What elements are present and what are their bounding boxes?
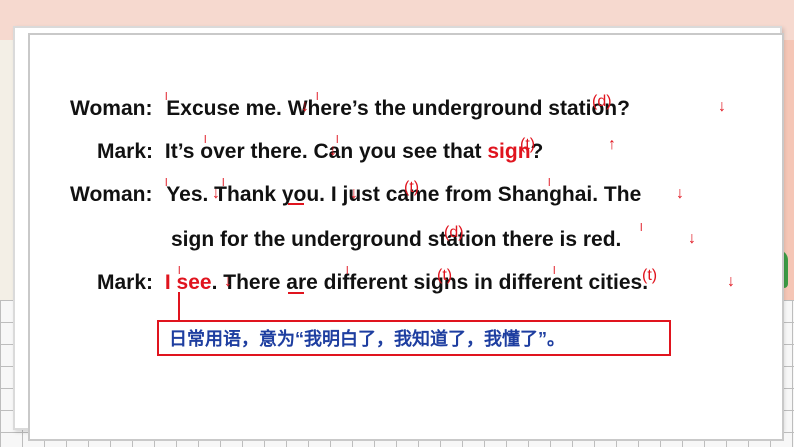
pause-mark: ˡ xyxy=(640,222,643,239)
pause-mark: ˡ xyxy=(222,177,225,194)
falling-intonation-icon: ↓ xyxy=(212,185,220,202)
falling-intonation-icon: ↓ xyxy=(688,230,696,247)
liaison-mark-d: (d) xyxy=(444,224,464,241)
liaison-mark-t: (t) xyxy=(520,136,536,153)
speaker-label: Mark: xyxy=(97,140,154,163)
dialogue-text: It’s over there. Can you see that xyxy=(164,140,488,163)
speaker-label: Woman: xyxy=(70,183,153,206)
linking-arc xyxy=(288,292,304,294)
dialogue-line-2: Mark: It’s over there. Can you see that … xyxy=(97,140,543,164)
callout-note: 日常用语，意为“我明白了，我知道了，我懂了”。 xyxy=(157,320,671,356)
pause-mark: ˡ xyxy=(346,265,349,282)
liaison-mark-t: (t) xyxy=(642,267,658,284)
callout-connector xyxy=(178,292,180,322)
pause-mark: ˡ xyxy=(548,177,551,194)
speaker-pre: I xyxy=(164,271,177,294)
pause-mark: ˡ xyxy=(178,265,181,282)
pause-mark: ˡ xyxy=(165,91,168,108)
dialogue-text: . There are different signs in different… xyxy=(211,271,649,294)
speaker-label: Mark: xyxy=(97,271,154,294)
dialogue-line-1: Woman: Excuse me. Where’s the undergroun… xyxy=(70,97,630,121)
falling-intonation-icon: ↓ xyxy=(301,98,309,115)
falling-intonation-icon: ↓ xyxy=(676,185,684,202)
liaison-mark-t: (t) xyxy=(404,179,420,196)
rising-intonation-icon: ↑ xyxy=(608,136,616,153)
pause-mark: ˡ xyxy=(336,134,339,151)
highlight-word: see xyxy=(176,271,212,294)
liaison-mark-t: (t) xyxy=(437,267,453,284)
speaker-label: Woman: xyxy=(70,97,153,120)
linking-arc xyxy=(288,203,304,205)
note-text: 日常用语，意为“我明白了，我知道了，我懂了”。 xyxy=(169,329,565,349)
dialogue-text: Excuse me. Where’s the underground stati… xyxy=(166,97,630,120)
pause-mark: ˡ xyxy=(316,91,319,108)
dialogue-line-4: sign for the underground station there i… xyxy=(171,228,621,252)
falling-intonation-icon: ↓ xyxy=(224,273,232,290)
dialogue-text: sign for the underground station there i… xyxy=(171,228,622,251)
pause-mark: ˡ xyxy=(165,177,168,194)
falling-intonation-icon: ↓ xyxy=(718,98,726,115)
pause-mark: ˡ xyxy=(204,134,207,151)
falling-intonation-icon: ↓ xyxy=(727,273,735,290)
falling-intonation-icon: ↓ xyxy=(350,185,358,202)
pause-mark: ˡ xyxy=(553,265,556,282)
liaison-mark-d: (d) xyxy=(592,93,612,110)
